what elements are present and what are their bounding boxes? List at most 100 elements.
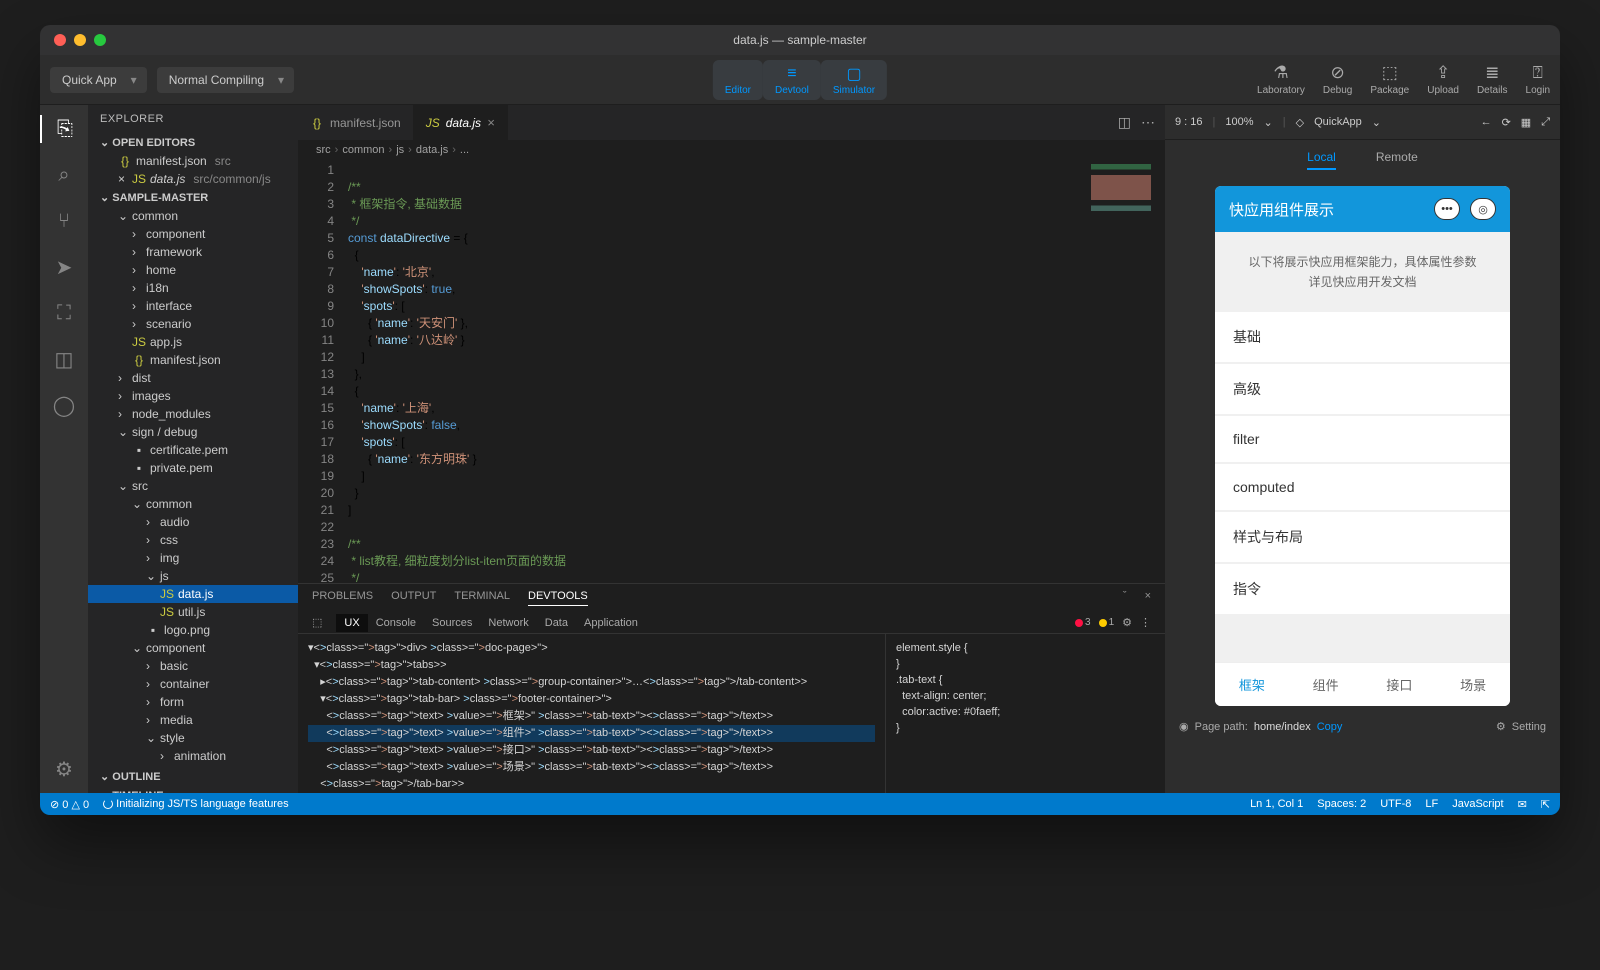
tree-item[interactable]: › basic xyxy=(88,657,298,675)
minimap[interactable] xyxy=(1091,164,1151,344)
footer-tab[interactable]: 场景 xyxy=(1436,663,1510,706)
tree-item[interactable]: ▪ certificate.pem xyxy=(88,441,298,459)
tree-item[interactable]: ⌄ sign / debug xyxy=(88,423,298,441)
sim-tab-local[interactable]: Local xyxy=(1307,150,1336,170)
tree-item[interactable]: › form xyxy=(88,693,298,711)
sim-refresh-icon[interactable]: ⟳ xyxy=(1502,116,1511,129)
screenshot-icon[interactable]: ⛶ xyxy=(50,299,78,327)
status-item[interactable]: Spaces: 2 xyxy=(1317,798,1366,811)
extensions-icon[interactable]: ◫ xyxy=(50,345,78,373)
styles-pane[interactable]: element.style { } .tab-text { text-align… xyxy=(885,634,1165,793)
devtools-settings-icon[interactable]: ⚙ xyxy=(1122,616,1132,629)
tree-item[interactable]: › audio xyxy=(88,513,298,531)
sim-tab-remote[interactable]: Remote xyxy=(1376,150,1418,170)
feedback-icon[interactable]: ◯ xyxy=(50,391,78,419)
tree-item[interactable]: › img xyxy=(88,549,298,567)
editor-tab[interactable]: {}manifest.json xyxy=(298,105,414,140)
code-editor[interactable]: 1234567891011121314151617181920212223242… xyxy=(298,160,1165,583)
status-item[interactable]: LF xyxy=(1425,798,1438,811)
sim-setting[interactable]: Setting xyxy=(1512,721,1546,733)
devtool-tab-application[interactable]: Application xyxy=(576,614,646,632)
toolbar-login[interactable]: ⍰Login xyxy=(1526,63,1550,96)
tree-item[interactable]: › animation xyxy=(88,747,298,765)
tree-item[interactable]: JS app.js xyxy=(88,333,298,351)
debug-icon[interactable]: ➤ xyxy=(50,253,78,281)
sim-device[interactable]: QuickApp xyxy=(1314,116,1362,128)
list-item[interactable]: 样式与布局 xyxy=(1215,512,1510,562)
tree-item[interactable]: {} manifest.json xyxy=(88,351,298,369)
sim-back-icon[interactable]: ← xyxy=(1481,116,1492,128)
list-item[interactable]: 高级 xyxy=(1215,364,1510,414)
status-problems[interactable]: ⊘ 0 △ 0 xyxy=(50,798,89,811)
copy-path[interactable]: Copy xyxy=(1317,721,1343,733)
tree-item[interactable]: › node_modules xyxy=(88,405,298,423)
tree-item[interactable]: ⌄ common xyxy=(88,207,298,225)
split-editor-icon[interactable]: ◫ xyxy=(1118,114,1131,131)
project-type-dropdown[interactable]: Quick App xyxy=(50,67,147,93)
status-item[interactable]: UTF-8 xyxy=(1380,798,1411,811)
inspect-icon[interactable]: ⬚ xyxy=(312,616,322,629)
footer-tab[interactable]: 组件 xyxy=(1289,663,1363,706)
footer-tab[interactable]: 框架 xyxy=(1215,663,1289,706)
tree-item[interactable]: › media xyxy=(88,711,298,729)
app-menu-button[interactable]: ••• xyxy=(1434,198,1460,220)
status-item[interactable]: ⇱ xyxy=(1541,798,1550,811)
devtool-tab-console[interactable]: Console xyxy=(368,614,424,632)
phone-preview[interactable]: 快应用组件展示 ••• ◎ 以下将展示快应用框架能力，具体属性参数 详见快应用开… xyxy=(1215,186,1510,706)
outline-section[interactable]: OUTLINE xyxy=(88,767,298,786)
toolbar-debug[interactable]: ⊘Debug xyxy=(1323,63,1352,96)
tree-item[interactable]: ⌄ common xyxy=(88,495,298,513)
panel-tab-devtools[interactable]: DEVTOOLS xyxy=(528,590,588,606)
settings-icon[interactable]: ⚙ xyxy=(50,755,78,783)
search-icon[interactable]: ⌕ xyxy=(50,161,78,189)
mode-tab-editor[interactable]: Editor xyxy=(713,60,763,100)
tree-item[interactable]: › scenario xyxy=(88,315,298,333)
compile-mode-dropdown[interactable]: Normal Compiling xyxy=(157,67,294,93)
tree-item[interactable]: ▪ private.pem xyxy=(88,459,298,477)
editor-tab[interactable]: JSdata.js× xyxy=(414,105,508,140)
list-item[interactable]: 基础 xyxy=(1215,312,1510,362)
tree-item[interactable]: › dist xyxy=(88,369,298,387)
sim-expand-icon[interactable]: ⤢ xyxy=(1541,116,1550,129)
status-item[interactable]: ✉ xyxy=(1518,798,1527,811)
tree-item[interactable]: JS data.js xyxy=(88,585,298,603)
mode-tab-devtool[interactable]: ≡Devtool xyxy=(763,60,821,100)
panel-tab-terminal[interactable]: TERMINAL xyxy=(454,590,510,606)
maximize-window[interactable] xyxy=(94,34,106,46)
devtool-tab-data[interactable]: Data xyxy=(537,614,576,632)
tree-item[interactable]: JS util.js xyxy=(88,603,298,621)
scm-icon[interactable]: ⑂ xyxy=(50,207,78,235)
toolbar-details[interactable]: ≣Details xyxy=(1477,63,1508,96)
footer-tab[interactable]: 接口 xyxy=(1363,663,1437,706)
open-editor-item[interactable]: {} manifest.jsonsrc xyxy=(88,152,298,170)
project-section[interactable]: SAMPLE-MASTER xyxy=(88,188,298,207)
tree-item[interactable]: › home xyxy=(88,261,298,279)
close-window[interactable] xyxy=(54,34,66,46)
panel-close-icon[interactable]: × xyxy=(1145,590,1151,606)
tree-item[interactable]: ⌄ style xyxy=(88,729,298,747)
list-item[interactable]: filter xyxy=(1215,416,1510,462)
status-item[interactable]: JavaScript xyxy=(1452,798,1503,811)
dom-tree[interactable]: ▾<>class>=">tag>">div> >class>=">doc-pag… xyxy=(298,634,885,793)
open-editor-item[interactable]: ×JS data.jssrc/common/js xyxy=(88,170,298,188)
devtool-tab-ux[interactable]: UX xyxy=(336,614,367,632)
more-actions-icon[interactable]: ⋯ xyxy=(1141,114,1155,131)
devtool-tab-network[interactable]: Network xyxy=(480,614,536,632)
panel-maximize-icon[interactable]: ˇ xyxy=(1123,590,1127,606)
breadcrumb[interactable]: src›common›js›data.js›... xyxy=(298,140,1165,160)
sim-qr-icon[interactable]: ▦ xyxy=(1521,116,1531,129)
mode-tab-simulator[interactable]: ▢Simulator xyxy=(821,60,887,100)
explorer-icon[interactable]: ⎘ xyxy=(40,115,88,143)
list-item[interactable]: 指令 xyxy=(1215,564,1510,614)
tree-item[interactable]: › interface xyxy=(88,297,298,315)
devtool-tab-sources[interactable]: Sources xyxy=(424,614,480,632)
tree-item[interactable]: › css xyxy=(88,531,298,549)
devtools-more-icon[interactable]: ⋮ xyxy=(1140,616,1151,629)
tree-item[interactable]: › container xyxy=(88,675,298,693)
tree-item[interactable]: › framework xyxy=(88,243,298,261)
tree-item[interactable]: ⌄ component xyxy=(88,639,298,657)
panel-tab-problems[interactable]: PROBLEMS xyxy=(312,590,373,606)
tree-item[interactable]: › i18n xyxy=(88,279,298,297)
tree-item[interactable]: › component xyxy=(88,225,298,243)
open-editors-section[interactable]: OPEN EDITORS xyxy=(88,133,298,152)
